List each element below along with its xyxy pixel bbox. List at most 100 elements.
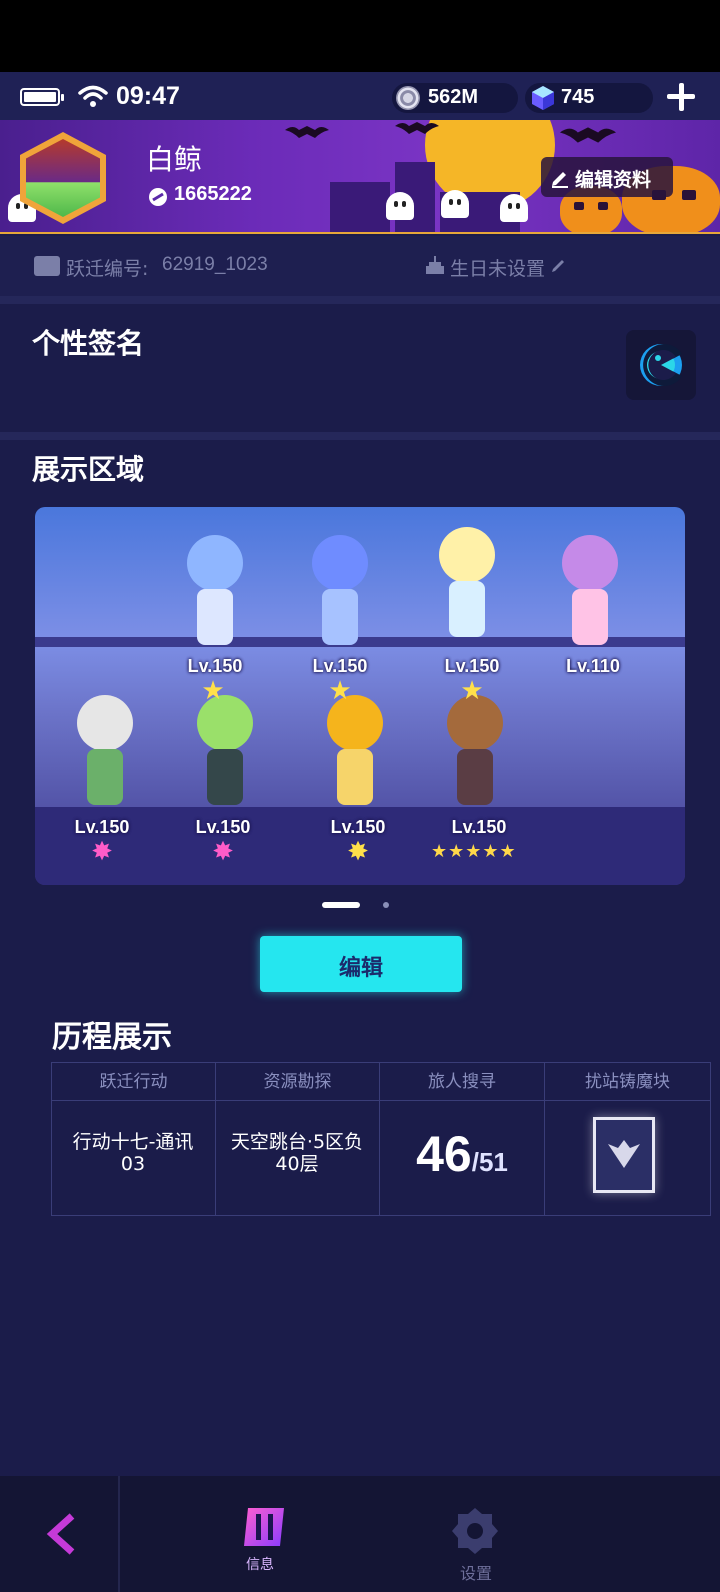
pencil-icon — [552, 172, 568, 188]
rank-mark-icon: ✸ — [347, 837, 369, 867]
edit-profile-label: 编辑资料 — [575, 169, 652, 191]
journey-column[interactable]: 旅人搜寻 46/51 — [380, 1063, 545, 1215]
cake-icon — [426, 256, 444, 274]
hero-level: Lv.150 — [330, 817, 386, 837]
pumpkin-eye — [574, 202, 584, 210]
hero-figure[interactable] — [175, 535, 255, 655]
hero-head — [187, 535, 243, 591]
journey-value: 行动十七-通讯03 — [72, 1131, 194, 1175]
star-icon: ★ — [201, 676, 225, 706]
section-divider — [0, 296, 720, 304]
hero-figure[interactable] — [65, 695, 145, 815]
rank-mark-icon: ✸ — [91, 837, 113, 867]
showcase-panel[interactable]: Lv.150 Lv.150 Lv.150 Lv.110 ★ ★ ★ Lv.150… — [35, 507, 685, 885]
pumpkin-eye — [598, 202, 608, 210]
settings-tab-label[interactable]: 设置 — [460, 1560, 492, 1584]
username: 白鲸 — [146, 143, 203, 176]
chat-bubble-icon — [640, 344, 682, 386]
pumpkin-eye — [682, 190, 696, 200]
journey-title: 历程展示 — [52, 1020, 172, 1055]
star-icon: ★ — [460, 676, 484, 706]
hero-level: Lv.150 — [74, 817, 130, 837]
back-arrow-icon[interactable] — [44, 1512, 80, 1556]
chip-icon — [593, 1117, 655, 1193]
hero-body — [322, 589, 358, 645]
rank-mark-icon: ✸ — [212, 837, 234, 867]
status-time: 09:47 — [116, 82, 180, 110]
hero-body — [197, 589, 233, 645]
info-tab-icon[interactable] — [244, 1506, 286, 1548]
journey-header: 跃迁行动 — [52, 1063, 215, 1101]
edit-profile-button[interactable]: 编辑资料 — [541, 157, 673, 197]
star-rating: ★★★★★ — [431, 841, 517, 862]
avatar[interactable] — [8, 124, 118, 230]
traveler-count: 46/51 — [380, 1125, 544, 1183]
journey-cell: 行动十七-通讯03 — [52, 1103, 215, 1213]
hero-figure[interactable] — [300, 535, 380, 655]
hero-figure[interactable] — [315, 695, 395, 815]
top-black-strip — [0, 0, 720, 72]
hero-level: Lv.110 — [566, 656, 620, 676]
ghost-icon — [441, 190, 469, 218]
hero-figure[interactable] — [185, 695, 265, 815]
section-divider — [0, 432, 720, 440]
battery-icon — [20, 88, 64, 106]
gem-balance[interactable]: 745 — [525, 83, 653, 113]
bat-icon — [560, 127, 616, 143]
pencil-icon[interactable] — [550, 256, 568, 274]
hero-figure[interactable] — [435, 695, 515, 815]
uid-icon — [149, 188, 167, 206]
hero-level: Lv.150 — [444, 656, 500, 676]
wing-emblem-icon — [608, 1140, 640, 1168]
signature-bubble-button[interactable] — [626, 330, 696, 400]
star-icon: ★ — [328, 676, 352, 706]
gem-value: 745 — [561, 86, 595, 108]
journey-column[interactable]: 扰站铸魔块 — [545, 1063, 710, 1215]
info-tab-label[interactable]: 信息 — [246, 1554, 274, 1574]
ghost-icon — [500, 194, 528, 222]
hero-head — [77, 695, 133, 751]
hero-figure[interactable] — [550, 535, 630, 655]
building-decoration — [330, 182, 390, 232]
page-indicator[interactable] — [383, 902, 389, 908]
nav-separator — [118, 1476, 120, 1592]
ghost-icon — [386, 192, 414, 220]
journey-column[interactable]: 跃迁行动 行动十七-通讯03 — [52, 1063, 216, 1215]
user-id: 1665222 — [174, 183, 252, 205]
gem-icon — [532, 86, 554, 110]
edit-showcase-label: 编辑 — [338, 956, 383, 981]
bat-icon — [285, 126, 329, 138]
hero-body — [337, 749, 373, 805]
traveler-total: /51 — [471, 1147, 508, 1177]
hero-level: Lv.150 — [451, 817, 507, 837]
journey-cell: 46/51 — [380, 1103, 544, 1213]
wifi-icon — [78, 85, 108, 107]
showcase-title: 展示区域 — [32, 453, 145, 486]
hero-body — [87, 749, 123, 805]
hero-head — [312, 535, 368, 591]
journey-header: 扰站铸魔块 — [545, 1063, 710, 1101]
journey-column[interactable]: 资源勘探 天空跳台·5区负40层 — [216, 1063, 380, 1215]
journey-cell: 天空跳台·5区负40层 — [216, 1103, 379, 1213]
battery-fill — [24, 92, 56, 102]
traveler-found: 46 — [416, 1126, 472, 1182]
signature-title: 个性签名 — [32, 327, 145, 360]
hero-level: Lv.150 — [187, 656, 243, 676]
birthday-label[interactable]: 生日未设置 — [450, 254, 545, 281]
journey-table: 跃迁行动 行动十七-通讯03 资源勘探 天空跳台·5区负40层 旅人搜寻 46/… — [51, 1062, 711, 1216]
journey-header: 资源勘探 — [216, 1063, 379, 1101]
hero-body — [449, 581, 485, 637]
edit-showcase-button[interactable]: 编辑 — [260, 936, 462, 992]
gear-icon[interactable] — [450, 1506, 500, 1556]
page-indicator-active[interactable] — [322, 902, 360, 908]
hero-body — [572, 589, 608, 645]
jump-id-value: 62919_1023 — [162, 254, 268, 275]
add-currency-button[interactable] — [662, 78, 700, 116]
coin-value: 562M — [428, 86, 479, 108]
id-card-icon — [34, 256, 60, 276]
hero-head — [562, 535, 618, 591]
hero-figure[interactable] — [427, 527, 507, 647]
hero-level: Lv.150 — [312, 656, 368, 676]
coin-balance[interactable]: 562M — [392, 83, 518, 113]
bottom-nav — [0, 1476, 720, 1592]
